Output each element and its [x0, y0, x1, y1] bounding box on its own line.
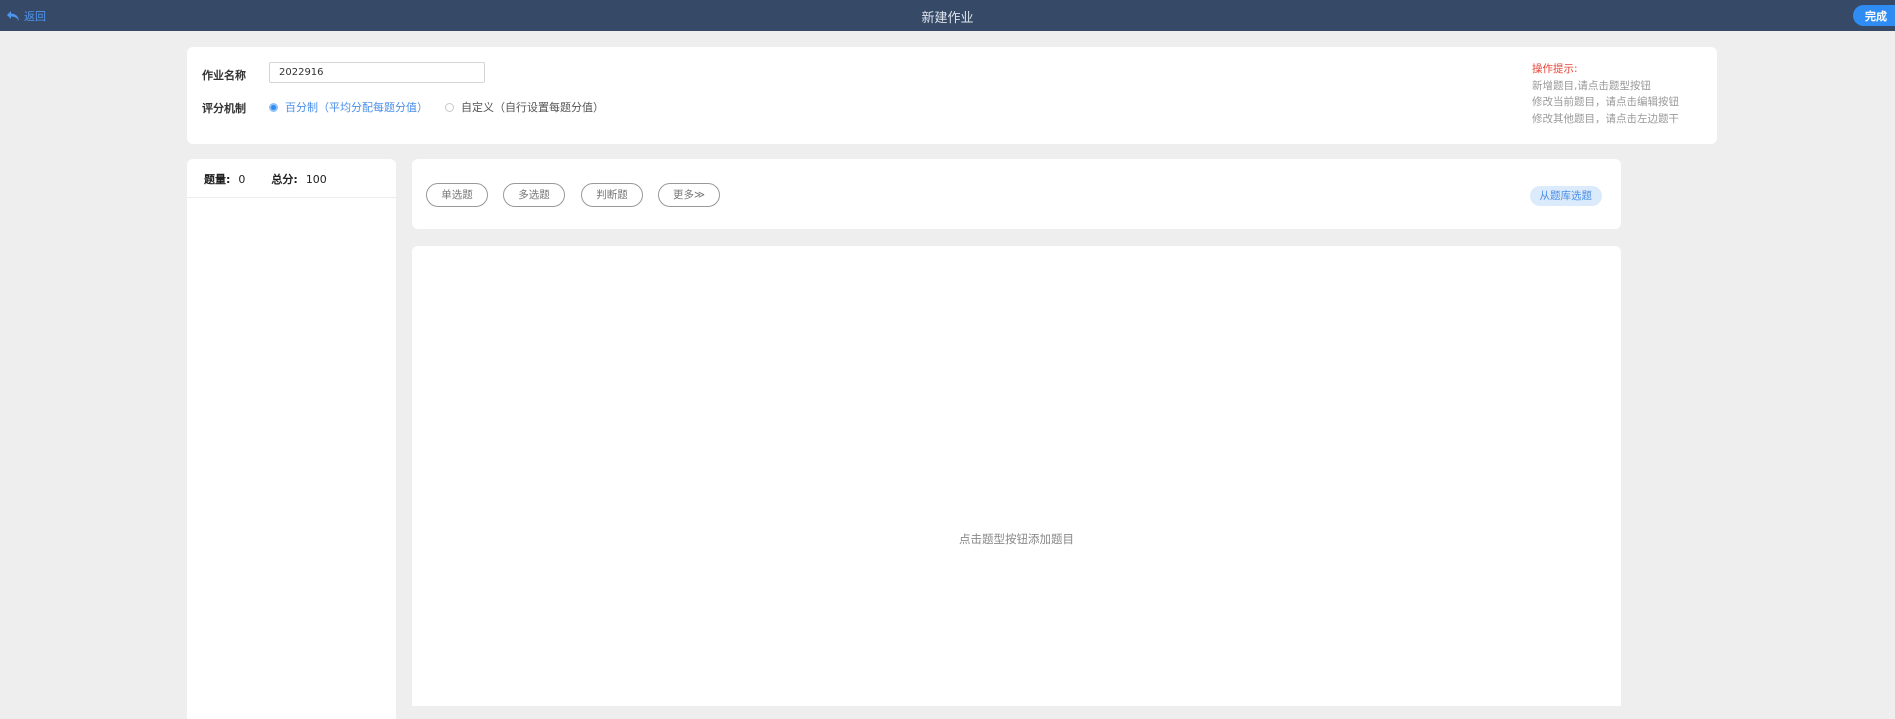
single-choice-button[interactable]: 单选题 — [426, 183, 488, 207]
done-button[interactable]: 完成 — [1853, 5, 1895, 26]
more-types-button[interactable]: 更多≫ — [658, 183, 720, 207]
question-count-label: 题量: — [204, 173, 231, 186]
operation-tips: 操作提示: 新增题目,请点击题型按钮 修改当前题目，请点击编辑按钮 修改其他题目… — [1532, 61, 1679, 127]
question-summary: 题量: 0 总分: 100 — [204, 170, 327, 188]
total-score-value: 100 — [305, 172, 327, 186]
scoring-option-percentage[interactable]: 百分制（平均分配每题分值） — [269, 99, 428, 115]
page-title: 新建作业 — [921, 11, 974, 26]
multiple-choice-button[interactable]: 多选题 — [503, 183, 565, 207]
question-count-value: 0 — [238, 172, 246, 186]
question-editor-area: 点击题型按钮添加题目 — [412, 246, 1621, 706]
divider — [187, 197, 396, 198]
tips-line: 修改其他题目，请点击左边题干 — [1532, 112, 1679, 125]
scoring-option-label: 自定义（自行设置每题分值） — [461, 101, 604, 114]
tips-title: 操作提示: — [1532, 63, 1578, 75]
tips-line: 新增题目,请点击题型按钮 — [1532, 79, 1651, 92]
question-type-toolbar: 单选题 多选题 判断题 更多≫ 从题库选题 — [412, 159, 1621, 229]
assignment-name-input[interactable] — [269, 62, 485, 83]
assignment-name-label: 作业名称 — [202, 69, 246, 82]
empty-state-hint: 点击题型按钮添加题目 — [959, 532, 1074, 546]
scoring-option-label: 百分制（平均分配每题分值） — [285, 101, 428, 114]
total-score-label: 总分: — [271, 173, 298, 186]
assignment-settings-card: 作业名称 评分机制 百分制（平均分配每题分值） 自定义（自行设置每题分值） 操作… — [187, 47, 1717, 144]
top-bar: 返回 新建作业 完成 — [0, 0, 1895, 31]
select-from-bank-button[interactable]: 从题库选题 — [1529, 186, 1602, 206]
tips-line: 修改当前题目，请点击编辑按钮 — [1532, 96, 1679, 108]
scoring-option-custom[interactable]: 自定义（自行设置每题分值） — [445, 99, 604, 115]
radio-unselected-icon[interactable] — [445, 102, 454, 112]
true-false-button[interactable]: 判断题 — [581, 183, 643, 207]
radio-selected-icon[interactable] — [269, 102, 278, 112]
scoring-label: 评分机制 — [202, 102, 246, 115]
question-list-panel: 题量: 0 总分: 100 — [187, 159, 396, 719]
